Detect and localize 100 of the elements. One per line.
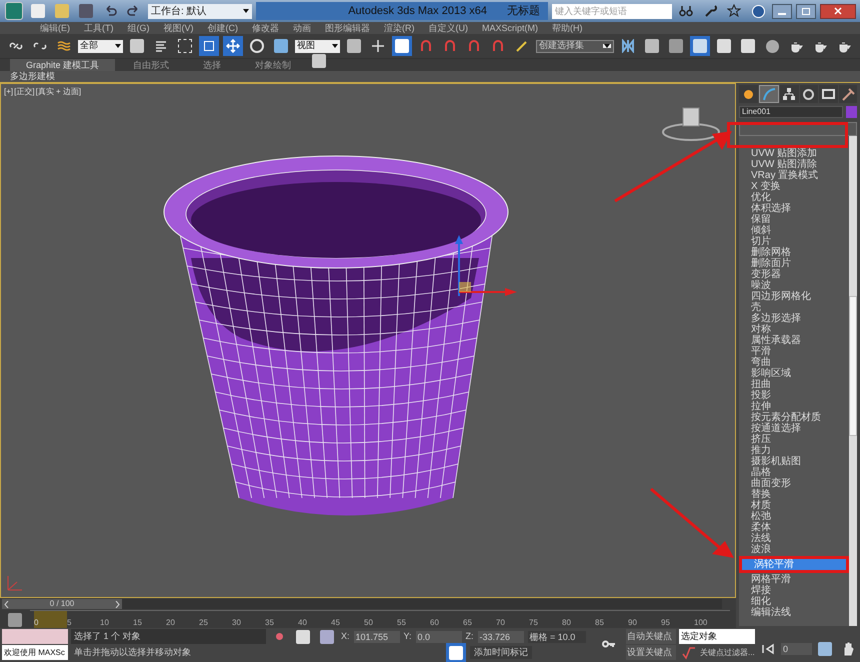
menu-item[interactable]: 修改器 [252,24,279,32]
key-mode-dropdown[interactable]: 选定对象 [679,629,755,644]
command-panel-tab[interactable] [819,85,838,103]
app-logo-icon[interactable] [4,1,24,21]
object-name-field[interactable]: Line001 [739,106,843,118]
object-color-swatch[interactable] [846,106,857,118]
grid-size-field: 栅格 = 10.0 [528,630,586,642]
modifier-item[interactable]: 拉伸 [739,401,849,412]
menu-item[interactable]: 工具(T) [84,24,114,32]
selection-filter-dropdown[interactable]: 全部 [78,40,123,52]
command-panel-tab[interactable] [739,85,758,103]
modifier-item[interactable]: 倾斜 [739,225,849,236]
modifier-item[interactable]: 推力 [739,445,849,456]
window-crossing-icon[interactable] [198,36,219,56]
coordinate-field[interactable]: 101.755 [354,630,400,642]
modifier-item[interactable]: 删除面片 [739,258,849,269]
menu-item[interactable]: 编辑(E) [40,24,70,32]
menu-item[interactable]: 图形编辑器 [325,24,370,32]
close-button[interactable] [820,4,856,18]
modifier-item[interactable]: 壳 [739,302,849,313]
modifier-item[interactable]: 法线 [739,533,849,544]
modifier-item[interactable]: 扭曲 [739,379,849,390]
menu-item[interactable]: MAXScript(M) [482,24,538,32]
menu-item[interactable]: 组(G) [128,24,150,32]
modifier-item[interactable]: 按元素分配材质 [739,412,849,423]
modifier-item[interactable]: 优化 [739,192,849,203]
ribbon-tab[interactable]: 自由形式 [117,59,186,71]
modifier-item[interactable]: 松弛 [739,511,849,522]
menu-item[interactable]: 动画 [293,24,311,32]
axis-label: Y: [404,630,412,643]
modifier-item[interactable]: 替换 [739,489,849,500]
menu-item[interactable]: 创建(C) [208,24,238,32]
add-time-tag-button[interactable]: 添加时间标记 [470,646,532,659]
modifier-item[interactable]: 挤压 [739,434,849,445]
key-filters-button[interactable]: 关键点过滤器... [700,646,755,660]
command-panel-tab[interactable] [800,85,818,103]
set-key-button[interactable]: 设置关键点 [626,645,676,660]
menu-item[interactable]: 帮助(H) [552,24,582,32]
modifier-item[interactable]: 摄影机贴图 [739,456,849,467]
workspace-dropdown[interactable]: 工作台: 默认 [148,4,252,18]
modifier-item[interactable]: 波浪 [739,544,849,555]
modifier-item[interactable]: 曲面变形 [739,478,849,489]
modifier-item[interactable]: 变形器 [739,269,849,280]
reference-coordinate-dropdown[interactable]: 视图 [294,40,340,52]
maximize-button[interactable] [796,4,816,18]
ribbon-panel-label[interactable]: 多边形建模 [10,72,55,81]
ruler-label: 100 [694,617,708,628]
command-panel-tab[interactable] [758,85,779,103]
modifier-item[interactable]: 切片 [739,236,849,247]
modifier-item[interactable]: 体积选择 [739,203,849,214]
modifier-item[interactable]: UVW 贴图清除 [739,159,849,170]
modifier-item[interactable]: 柔体 [739,522,849,533]
modifier-item[interactable]: 噪波 [739,280,849,291]
modifier-item[interactable]: 对称 [739,324,849,335]
auto-key-button[interactable]: 自动关键点 [626,629,676,644]
modifier-item[interactable]: 多边形选择 [739,313,849,324]
modifier-item[interactable]: 材质 [739,500,849,511]
modifier-item[interactable]: 删除网格 [739,247,849,258]
viewport-label[interactable]: [正交] [14,86,35,98]
named-selection-dropdown[interactable]: 创建选择集 [536,40,614,52]
modifier-item[interactable]: 编辑法线 [739,607,849,618]
previous-frame-icon[interactable] [4,600,9,608]
viewport-label[interactable]: [真实 + 边面] [36,86,82,98]
modifier-item[interactable]: 细化 [739,596,849,607]
scrollbar[interactable] [849,136,857,626]
ribbon-tab[interactable]: Graphite 建模工具 [10,59,116,71]
modifier-item[interactable]: 网格平滑 [739,574,849,585]
modifier-item[interactable]: 属性承载器 [739,335,849,346]
viewport-label[interactable]: [+] [4,86,14,98]
command-panel-tab[interactable] [838,85,857,103]
modifier-item[interactable]: 焊接 [739,585,849,596]
next-frame-icon[interactable] [115,600,120,608]
modifier-item[interactable]: 涡轮平滑 [742,559,846,570]
time-slider-track[interactable]: 0 / 100 [2,599,722,609]
minimize-button[interactable] [772,4,792,18]
search-field[interactable]: 键入关键字或短语 [552,4,672,18]
modifier-item[interactable]: 按通道选择 [739,423,849,434]
modifier-item[interactable]: 晶格 [739,467,849,478]
move-icon[interactable] [222,36,243,56]
time-slider-thumb[interactable]: 0 / 100 [2,599,122,609]
menu-item[interactable]: 渲染(R) [384,24,414,32]
ribbon-tab[interactable]: 选择 [187,59,238,71]
modifier-item[interactable]: 平滑 [739,346,849,357]
listener-input[interactable]: 欢迎使用 MAXSc [2,645,68,660]
coordinate-field[interactable]: 0.0 [416,630,462,642]
coordinate-field[interactable]: -33.726 [478,630,524,642]
viewport[interactable]: [+][正交][真实 + 边面] [0,83,736,598]
modifier-item[interactable]: 影响区域 [739,368,849,379]
modifier-item[interactable]: 四边形网格化 [739,291,849,302]
modifier-item[interactable]: X 变换 [739,181,849,192]
ribbon-tab[interactable]: 对象绘制 [239,59,308,71]
current-frame-field[interactable]: 0 [781,643,812,655]
menu-item[interactable]: 视图(V) [164,24,194,32]
modifier-item[interactable]: 保留 [739,214,849,225]
modifier-item[interactable]: UVW 贴图添加 [739,148,849,159]
modifier-item[interactable]: 弯曲 [739,357,849,368]
command-panel-tab[interactable] [780,85,798,103]
menu-item[interactable]: 自定义(U) [428,24,468,32]
modifier-item[interactable]: 投影 [739,390,849,401]
modifier-item[interactable]: VRay 置换模式 [739,170,849,181]
